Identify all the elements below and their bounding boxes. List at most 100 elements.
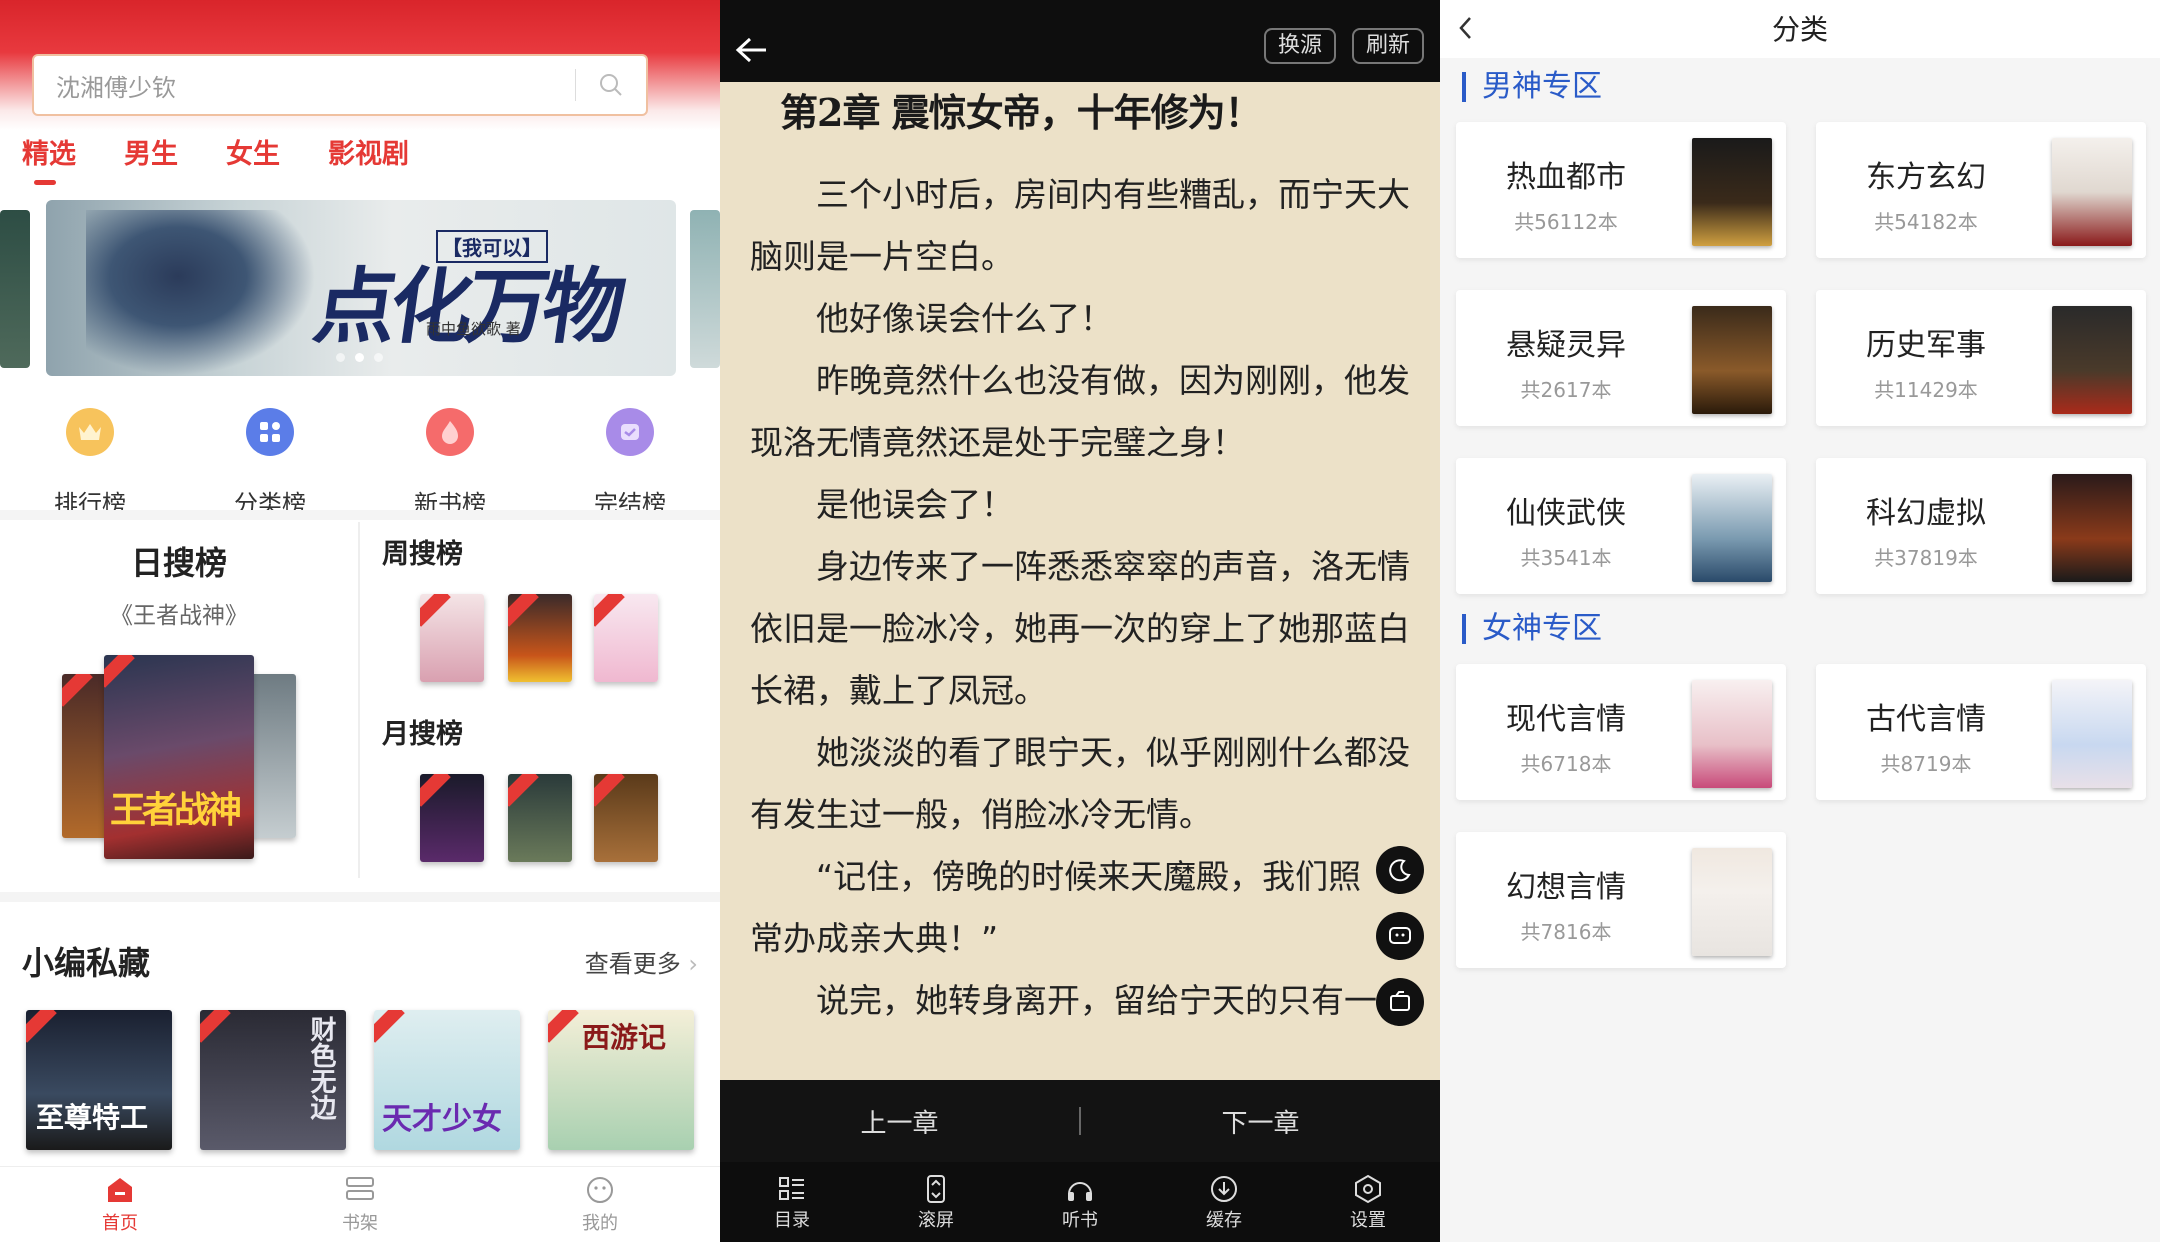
night-mode-button[interactable] <box>1376 846 1424 894</box>
category-count: 共56112本 <box>1514 210 1618 234</box>
weekly-cover-2[interactable] <box>508 594 572 682</box>
tab-female[interactable]: 女生 <box>226 132 280 171</box>
paragraph-5: 身边传来了一阵悉悉窣窣的声音，洛无情依旧是一脸冰冷，她再一次的穿上了她那蓝白长裙… <box>750 547 1410 710</box>
refresh-button[interactable]: 刷新 <box>1352 28 1425 64</box>
category-name: 历史军事 <box>1866 328 1986 363</box>
back-arrow-icon[interactable] <box>734 36 768 64</box>
category-count: 共11429本 <box>1874 378 1978 402</box>
search-input[interactable]: 沈湘傅少钦 <box>34 68 575 103</box>
picks-more-link[interactable]: 查看更多 › <box>585 944 698 979</box>
pick-cover-4-title: 西游记 <box>582 1021 667 1054</box>
category-cover <box>1692 306 1772 414</box>
banner-next-peek[interactable] <box>690 210 720 368</box>
toolbar-settings-label: 设置 <box>1350 1210 1386 1231</box>
search-icon[interactable] <box>576 72 646 98</box>
toolbar-catalog-label: 目录 <box>774 1210 810 1231</box>
category-card-fantasy[interactable]: 东方玄幻 共54182本 <box>1816 122 2146 258</box>
category-card-xianxia[interactable]: 仙侠武侠 共3541本 <box>1456 458 1786 594</box>
category-card-scifi[interactable]: 科幻虚拟 共37819本 <box>1816 458 2146 594</box>
nav-shelf-label: 书架 <box>342 1213 378 1234</box>
quick-finished[interactable]: 完结榜 <box>540 408 720 519</box>
category-name: 热血都市 <box>1506 160 1626 195</box>
category-count: 共8719本 <box>1880 752 1972 776</box>
toolbar-cache[interactable]: 缓存 <box>1152 1162 1296 1242</box>
paragraph-3: 昨晚竟然什么也没有做，因为刚刚，他发现洛无情竟然还是处于完璧之身！ <box>750 361 1410 462</box>
category-card-modern-romance[interactable]: 现代言情 共6718本 <box>1456 664 1786 800</box>
category-name: 仙侠武侠 <box>1506 496 1626 531</box>
promo-banner[interactable]: 【我可以】 点化万物 雨中鱼欲歌 著 <box>46 200 676 376</box>
weekly-cover-1[interactable] <box>420 594 484 682</box>
quick-rank[interactable]: 排行榜 <box>0 408 180 519</box>
quick-category[interactable]: 分类榜 <box>180 408 360 519</box>
crown-icon <box>66 408 114 456</box>
category-count: 共54182本 <box>1874 210 1978 234</box>
chapter-nav: 上一章 下一章 <box>720 1080 1440 1162</box>
category-cover <box>2052 474 2132 582</box>
nav-me[interactable]: 我的 <box>480 1167 720 1242</box>
prev-chapter-button[interactable]: 上一章 <box>720 1103 1079 1140</box>
tab-male[interactable]: 男生 <box>124 132 178 171</box>
category-count: 共7816本 <box>1520 920 1612 944</box>
paragraph-8: 说完，她转身离开，留给宁天的只有一 <box>816 981 1377 1020</box>
toolbar-scroll[interactable]: 滚屏 <box>864 1162 1008 1242</box>
daily-rank-title: 日搜榜 <box>130 544 227 582</box>
home-tabs: 精选 男生 女生 影视剧 <box>22 132 409 185</box>
download-icon <box>1211 1176 1237 1202</box>
quick-entries: 排行榜 分类榜 新书榜 完结榜 <box>0 408 720 519</box>
nav-shelf[interactable]: 书架 <box>240 1167 480 1242</box>
next-chapter-button[interactable]: 下一章 <box>1081 1103 1440 1140</box>
category-card-history[interactable]: 历史军事 共11429本 <box>1816 290 2146 426</box>
paragraph-4: 是他误会了！ <box>816 485 1014 524</box>
category-name: 科幻虚拟 <box>1866 496 1986 531</box>
grid-icon <box>246 408 294 456</box>
shelf-icon <box>346 1177 374 1200</box>
category-card-fantasy-romance[interactable]: 幻想言情 共7816本 <box>1456 832 1786 968</box>
monthly-cover-1[interactable] <box>420 774 484 862</box>
toolbar-catalog[interactable]: 目录 <box>720 1162 864 1242</box>
pick-cover-2[interactable]: 财色无边 <box>200 1010 346 1150</box>
monthly-rank-title[interactable]: 月搜榜 <box>382 712 463 751</box>
paragraph-2: 他好像误会什么了！ <box>816 299 1113 338</box>
nav-home[interactable]: 首页 <box>0 1167 240 1242</box>
chapter-title: 第2章 震惊女帝，十年修为！ <box>780 90 1263 135</box>
paragraph-6: 她淡淡的看了眼宁天，似乎刚刚什么都没有发生过一般，俏脸冰冷无情。 <box>750 733 1410 834</box>
tab-featured[interactable]: 精选 <box>22 132 76 185</box>
phone-scroll-icon <box>927 1175 945 1203</box>
toolbar-cache-label: 缓存 <box>1206 1210 1242 1231</box>
category-cover <box>2052 680 2132 788</box>
toolbar-settings[interactable]: 设置 <box>1296 1162 1440 1242</box>
nav-me-label: 我的 <box>582 1213 618 1234</box>
flame-icon <box>426 408 474 456</box>
chat-icon <box>1389 927 1411 944</box>
reader-screen: 换源 刷新 第2章 震惊女帝，十年修为！ 三个小时后，房间内有些糟乱，而宁天大脑… <box>720 0 1440 1242</box>
category-cover <box>2052 138 2132 246</box>
category-card-mystery[interactable]: 悬疑灵异 共2617本 <box>1456 290 1786 426</box>
category-count: 共2617本 <box>1520 378 1612 402</box>
weekly-rank-title[interactable]: 周搜榜 <box>382 532 463 571</box>
rank-divider <box>358 522 360 878</box>
banner-prev-peek[interactable] <box>0 210 30 368</box>
pick-cover-1[interactable]: 至尊特工 <box>26 1010 172 1150</box>
category-card-urban[interactable]: 热血都市 共56112本 <box>1456 122 1786 258</box>
pick-cover-4[interactable]: 西游记 <box>548 1010 694 1150</box>
screen-icon <box>1390 991 1410 1011</box>
home-icon <box>108 1178 132 1202</box>
search-bar[interactable]: 沈湘傅少钦 <box>32 54 648 116</box>
section-divider <box>0 510 720 520</box>
screenshot-button[interactable] <box>1376 978 1424 1026</box>
quick-new[interactable]: 新书榜 <box>360 408 540 519</box>
category-card-ancient-romance[interactable]: 古代言情 共8719本 <box>1816 664 2146 800</box>
monthly-cover-2[interactable] <box>508 774 572 862</box>
daily-cover-title: 王者战神 <box>110 789 242 831</box>
tab-film[interactable]: 影视剧 <box>328 132 409 171</box>
daily-cover-main[interactable]: 王者战神 <box>104 655 254 859</box>
weekly-cover-3[interactable] <box>594 594 658 682</box>
pick-cover-3[interactable]: 天才少女 <box>374 1010 520 1150</box>
comment-button[interactable] <box>1376 912 1424 960</box>
chevron-right-icon: › <box>688 950 698 978</box>
monthly-cover-3[interactable] <box>594 774 658 862</box>
change-source-button[interactable]: 换源 <box>1264 28 1337 64</box>
toolbar-listen[interactable]: 听书 <box>1008 1162 1152 1242</box>
category-count: 共3541本 <box>1520 546 1612 570</box>
category-name: 古代言情 <box>1866 702 1986 737</box>
